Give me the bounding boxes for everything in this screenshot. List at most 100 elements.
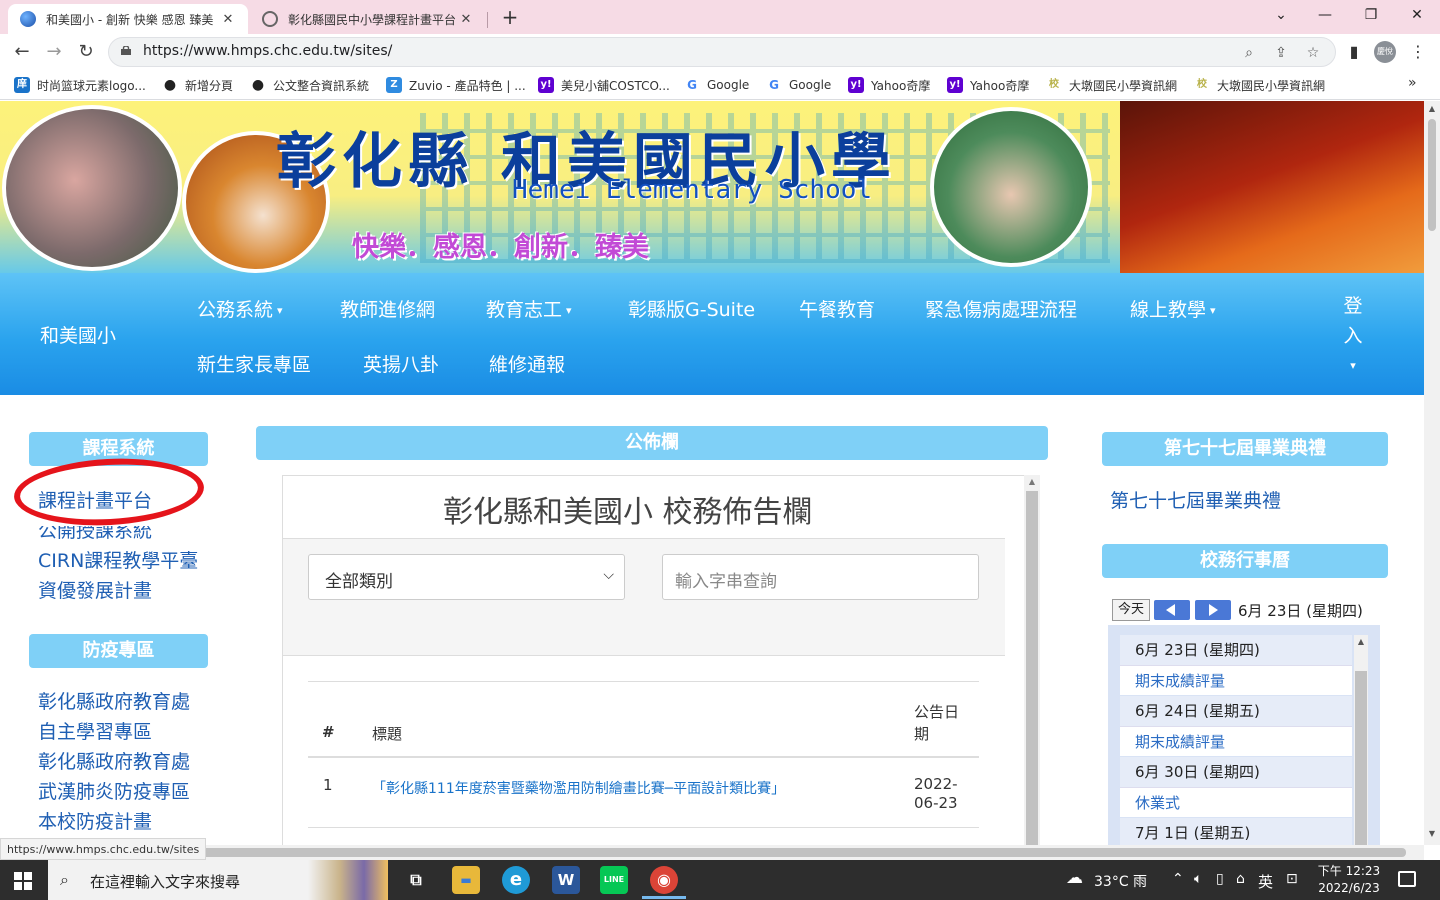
task-view-icon[interactable]: ⧉ xyxy=(402,866,430,894)
page-horizontal-scrollbar[interactable] xyxy=(0,845,1424,860)
word-icon[interactable]: W xyxy=(552,866,580,894)
team-huddle-photo xyxy=(930,107,1092,267)
agenda-event[interactable]: 期末成績評量 xyxy=(1120,726,1352,756)
bookmark-item[interactable]: G Google xyxy=(766,75,831,95)
bookmark-item[interactable]: y! Yahoo奇摩 xyxy=(947,75,1029,95)
bookmark-item[interactable]: 庠时尚篮球元素logo... xyxy=(14,75,146,95)
scroll-down-arrow-icon[interactable]: ▼ xyxy=(1424,829,1440,838)
banner-motto: 快樂．感恩．創新．臻美 xyxy=(352,232,649,263)
show-hidden-icons-icon[interactable]: ⌃ xyxy=(1172,871,1184,887)
calendar-next-button[interactable] xyxy=(1195,600,1231,620)
edge-icon[interactable]: e xyxy=(502,866,530,894)
taskbar-clock[interactable]: 下午 12:23 2022/6/23 xyxy=(1312,863,1386,897)
bookmark-item[interactable]: 校大墩國民小學資訊網 xyxy=(1194,75,1325,95)
nav-item-official-system[interactable]: 公務系統 ▾ xyxy=(197,295,283,322)
bookmark-favicon-icon: y! xyxy=(848,77,864,93)
address-bar[interactable]: https://www.hmps.chc.edu.tw/sites/ ⌕ ⇪ ☆ xyxy=(108,37,1336,67)
nav-item-lunch[interactable]: 午餐教育 xyxy=(799,295,875,322)
zoom-icon[interactable]: ⌕ xyxy=(1239,43,1259,63)
input-method-icon[interactable]: ⊡ xyxy=(1286,871,1298,887)
nav-item-online-teaching[interactable]: 線上教學 ▾ xyxy=(1130,295,1216,322)
nav-item-repair[interactable]: 維修通報 xyxy=(489,350,565,377)
close-tab-icon[interactable]: ✕ xyxy=(220,12,236,27)
link-edu-dept[interactable]: 彰化縣政府教育處 xyxy=(38,687,190,714)
close-window-button[interactable]: ✕ xyxy=(1394,0,1440,30)
calendar-prev-button[interactable] xyxy=(1154,600,1190,620)
close-tab-icon[interactable]: ✕ xyxy=(458,12,474,27)
volume-icon[interactable]: 🔈︎ xyxy=(1194,871,1202,887)
bookmark-star-icon[interactable]: ☆ xyxy=(1303,43,1323,63)
scroll-up-arrow-icon[interactable]: ▲ xyxy=(1024,477,1040,486)
scroll-up-arrow-icon[interactable]: ▲ xyxy=(1354,637,1368,646)
network-icon[interactable]: ⌂ xyxy=(1236,871,1245,887)
menu-kebab-icon[interactable]: ⋮ xyxy=(1406,40,1430,64)
page-vertical-scrollbar[interactable]: ▲ ▼ xyxy=(1424,101,1440,845)
link-covid-zone[interactable]: 武漢肺炎防疫專區 xyxy=(38,777,190,804)
bookmark-item[interactable]: 校大墩國民小學資訊網 xyxy=(1046,75,1177,95)
category-select[interactable]: 全部類別 ⌵ xyxy=(308,554,625,600)
scrollbar-thumb[interactable] xyxy=(1428,119,1436,231)
bulletin-search-input[interactable]: 輸入字串查詢 xyxy=(662,554,979,600)
bookmark-item[interactable]: Z Zuvio - 產品特色 | ... xyxy=(386,75,526,95)
navbar-brand[interactable]: 和美國小 xyxy=(40,321,116,348)
bookmark-item[interactable]: ● 公文整合資訊系統 xyxy=(250,75,369,95)
battery-icon[interactable]: ▯ xyxy=(1216,871,1224,887)
bookmark-item[interactable]: ● 新增分頁 xyxy=(162,75,233,95)
chrome-icon[interactable]: ◉ xyxy=(642,866,686,899)
bookmark-item[interactable]: y! 美兒小舖COSTCO... xyxy=(538,75,670,95)
nav-item-emergency[interactable]: 緊急傷病處理流程 xyxy=(925,295,1077,322)
restore-button[interactable]: ❐ xyxy=(1348,0,1394,30)
calendar-today-button[interactable]: 今天 xyxy=(1112,599,1150,621)
globe-icon xyxy=(20,11,36,27)
bookmark-label: Zuvio - 產品特色 | ... xyxy=(409,78,526,93)
login-menu[interactable]: 登 入 ▾ xyxy=(1342,291,1364,381)
link-school-covid-plan[interactable]: 本校防疫計畫 xyxy=(38,807,152,834)
scrollbar-thumb[interactable] xyxy=(1026,491,1038,845)
side-panel-icon[interactable]: ▮ xyxy=(1342,40,1366,64)
link-self-learning[interactable]: 自主學習專區 xyxy=(38,717,152,744)
agenda-event[interactable]: 期末成績評量 xyxy=(1120,665,1352,695)
bookmarks-overflow-button[interactable]: » xyxy=(1408,75,1417,91)
link-gifted-plan[interactable]: 資優發展計畫 xyxy=(38,576,152,603)
lock-icon[interactable] xyxy=(121,46,131,55)
browser-tab[interactable]: 彰化縣國民中小學課程計畫平台 ✕ xyxy=(250,4,488,34)
notification-center-icon[interactable] xyxy=(1398,871,1416,887)
nav-item-new-parents[interactable]: 新生家長專區 xyxy=(197,350,311,377)
tab-search-icon[interactable]: ⌄ xyxy=(1258,0,1304,30)
back-button[interactable]: ← xyxy=(8,38,36,66)
nav-item-volunteers[interactable]: 教育志工 ▾ xyxy=(486,295,572,322)
sidebar-heading-epidemic: 防疫專區 xyxy=(29,634,208,668)
link-cirn[interactable]: CIRN課程教學平臺 xyxy=(38,546,198,573)
scrollbar-thumb[interactable] xyxy=(14,848,1406,857)
nav-item-teacher-training[interactable]: 教師進修網 xyxy=(340,295,435,322)
weather-cloud-icon[interactable]: ☁ xyxy=(1066,868,1083,888)
taskbar-search-box[interactable]: ⌕ 在這裡輸入文字來搜尋 xyxy=(48,860,388,900)
profile-avatar[interactable]: 慶悅 xyxy=(1374,41,1398,65)
scroll-up-arrow-icon[interactable]: ▲ xyxy=(1424,104,1440,113)
bookmark-item[interactable]: G Google xyxy=(684,75,749,95)
graduation-link[interactable]: 第七十七屆畢業典禮 xyxy=(1110,486,1281,513)
main-navbar: 和美國小 公務系統 ▾ 教師進修網 教育志工 ▾ 彰縣版G-Suite 午餐教育 緊… xyxy=(0,273,1424,395)
minimize-button[interactable]: — xyxy=(1302,0,1348,30)
link-edu-dept-2[interactable]: 彰化縣政府教育處 xyxy=(38,747,190,774)
new-tab-button[interactable]: + xyxy=(498,4,522,30)
bulletin-row-link[interactable]: 「彰化縣111年度菸害暨藥物濫用防制繪畫比賽─平面設計類比賽」 xyxy=(372,778,785,798)
line-icon[interactable]: LINE xyxy=(600,866,628,894)
bookmark-item[interactable]: y! Yahoo奇摩 xyxy=(848,75,930,95)
search-icon: ⌕ xyxy=(60,870,69,889)
url-text[interactable]: https://www.hmps.chc.edu.tw/sites/ xyxy=(143,43,392,59)
forward-button[interactable]: → xyxy=(40,38,68,66)
scrollbar-thumb[interactable] xyxy=(1355,671,1367,845)
reload-button[interactable]: ↻ xyxy=(72,38,100,66)
nav-item-yingyang[interactable]: 英揚八卦 xyxy=(363,350,439,377)
calendar-scrollbar[interactable]: ▲ xyxy=(1354,635,1368,845)
windows-start-icon[interactable] xyxy=(14,872,32,890)
bulletin-scrollbar[interactable]: ▲ xyxy=(1024,475,1040,845)
nav-item-gsuite[interactable]: 彰縣版G-Suite xyxy=(628,295,755,322)
browser-tab-active[interactable]: 和美國小 - 創新 快樂 感恩 臻美 ✕ xyxy=(8,4,248,34)
share-icon[interactable]: ⇪ xyxy=(1271,43,1291,63)
weather-text[interactable]: 33°C 雨 xyxy=(1094,871,1147,891)
agenda-event[interactable]: 休業式 xyxy=(1120,787,1352,817)
ime-indicator[interactable]: 英 xyxy=(1258,871,1273,892)
file-explorer-icon[interactable]: ▬ xyxy=(452,866,480,894)
